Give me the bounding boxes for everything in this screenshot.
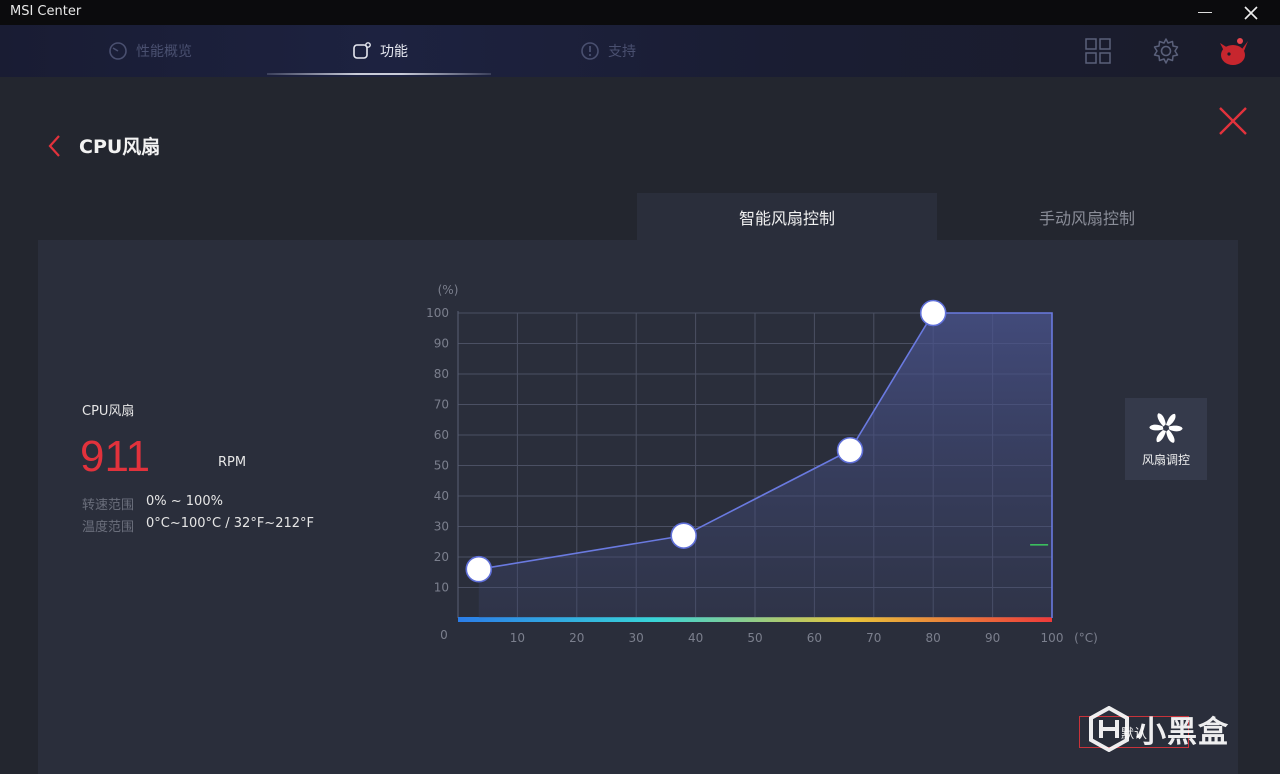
fan-curve-chart[interactable]: 1009080706050403020100 10 20 30 40 50 60 70 80 90… [420, 278, 1120, 658]
x-tick-label: 50 [747, 631, 762, 645]
grid-view-button[interactable] [1085, 25, 1111, 77]
minimize-icon [1198, 11, 1212, 14]
y-tick-label: 30 [434, 520, 449, 534]
fan-rpm-unit: RPM [218, 455, 247, 470]
curve-control-point[interactable] [836, 436, 864, 464]
tab-label: 性能概览 [136, 44, 192, 60]
minimize-button[interactable] [1182, 0, 1228, 25]
x-tick-label: 100 [1041, 631, 1064, 645]
settings-button[interactable] [1152, 25, 1180, 77]
y-tick-label: 80 [434, 367, 449, 381]
x-tick-label: 60 [807, 631, 822, 645]
fan-control-button[interactable]: 风扇调控 [1125, 398, 1207, 480]
tab-label: 支持 [608, 44, 636, 60]
y-axis-label: (%) [438, 283, 459, 297]
user-avatar-button[interactable] [1216, 25, 1252, 77]
tab-smart-fan-control[interactable]: 智能风扇控制 [637, 193, 937, 240]
fan-icon [1149, 412, 1183, 443]
curve-control-point[interactable] [670, 522, 698, 549]
msi-dragon-icon [1220, 38, 1248, 65]
grid-icon [1085, 38, 1111, 64]
xiaoheihe-logo-icon [1089, 706, 1129, 752]
close-page-button[interactable] [1216, 104, 1250, 138]
fan-control-label: 风扇调控 [1141, 452, 1190, 467]
y-tick-label: 10 [434, 581, 449, 595]
tab-label: 功能 [380, 44, 408, 60]
x-tick-label: 0 [440, 628, 448, 642]
y-tick-label: 70 [434, 398, 449, 412]
temp-range-value: 0°C~100°C / 32°F~212°F [146, 516, 314, 531]
close-icon [1244, 5, 1258, 20]
y-tick-label: 50 [434, 459, 449, 473]
window-title: MSI Center [10, 4, 82, 19]
y-tick-label: 90 [434, 337, 449, 351]
fan-rpm-value: 911 [80, 432, 151, 481]
watermark-text: 小黑盒 [1136, 715, 1229, 750]
tab-performance-overview[interactable]: 性能概览 [108, 25, 192, 77]
page-title: CPU风扇 [79, 136, 161, 158]
curve-control-point[interactable] [919, 299, 947, 327]
x-tick-label: 80 [926, 631, 941, 645]
speed-range-value: 0% ~ 100% [146, 494, 223, 509]
back-button[interactable] [44, 133, 66, 159]
support-icon [581, 42, 599, 60]
y-tick-label: 100 [426, 306, 449, 320]
gear-icon [1153, 38, 1179, 64]
tab-features[interactable]: 功能 [352, 25, 408, 77]
tab-support[interactable]: 支持 [580, 25, 636, 77]
main-nav: 性能概览 功能 支持 [0, 25, 1280, 77]
x-axis-label: (°C) [1074, 631, 1098, 645]
gauge-icon [109, 42, 127, 60]
speed-range-label: 转速范围 [82, 498, 135, 513]
features-icon [353, 42, 371, 59]
fan-name: CPU风扇 [82, 404, 135, 419]
active-tab-indicator [267, 73, 491, 75]
temp-range-label: 温度范围 [82, 520, 135, 535]
x-tick-label: 40 [688, 631, 703, 645]
x-tick-label: 90 [985, 631, 1000, 645]
x-tick-label: 10 [510, 631, 525, 645]
x-tick-label: 20 [569, 631, 584, 645]
y-tick-label: 20 [434, 550, 449, 564]
watermark: 小黑盒 [1088, 704, 1229, 754]
title-bar: MSI Center [0, 0, 1280, 25]
chevron-left-icon [48, 135, 60, 157]
close-icon [1219, 107, 1247, 135]
y-tick-label: 40 [434, 489, 449, 503]
tab-manual-fan-control[interactable]: 手动风扇控制 [937, 193, 1237, 240]
close-window-button[interactable] [1228, 0, 1274, 25]
x-tick-label: 30 [629, 631, 644, 645]
y-tick-label: 60 [434, 428, 449, 442]
x-tick-label: 70 [866, 631, 881, 645]
curve-control-point[interactable] [465, 555, 493, 583]
